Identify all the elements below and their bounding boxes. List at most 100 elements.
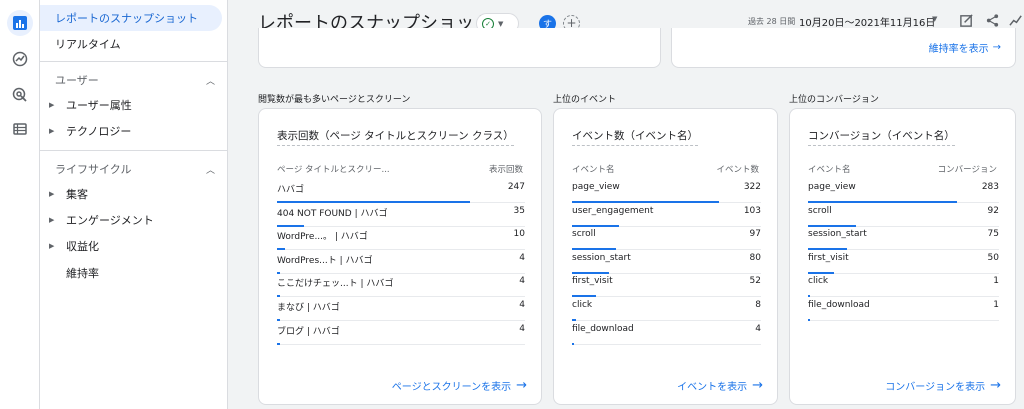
value-bar: [808, 319, 810, 321]
table-row[interactable]: click 1: [808, 273, 999, 298]
row-name: user_engagement: [572, 205, 654, 216]
share-icon[interactable]: [983, 11, 1001, 29]
row-value: 4: [519, 323, 525, 334]
sidebar-item-label: エンゲージメント: [66, 214, 154, 227]
caret-right-icon: ▶: [49, 190, 55, 198]
row-value: 103: [743, 205, 761, 216]
dropdown-arrow-icon: ▼: [498, 19, 504, 28]
table-row[interactable]: user_engagement 103: [572, 203, 761, 227]
conversions-card: コンバージョン（イベント名） イベント名 コンバージョン コンバージョンを表示 …: [789, 108, 1016, 405]
sidebar-item-label: ユーザー属性: [66, 99, 132, 112]
arrow-right-icon: →: [752, 378, 763, 393]
card-title[interactable]: 表示回数（ページ タイトルとスクリーン クラス）: [277, 128, 514, 146]
section-title: ユーザー: [55, 74, 99, 87]
row-name: file_download: [572, 323, 634, 334]
arrow-right-icon: →: [516, 378, 527, 393]
card-title[interactable]: コンバージョン（イベント名）: [808, 128, 955, 146]
table-row[interactable]: まなび | ハバゴ 4: [277, 297, 525, 321]
row-divider: [277, 343, 525, 345]
table-row[interactable]: 404 NOT FOUND | ハバゴ 35: [277, 203, 525, 227]
insights-icon[interactable]: [1007, 11, 1024, 29]
chevron-up-icon: ︿: [205, 165, 215, 176]
configure-icon[interactable]: [7, 116, 33, 142]
view-pages-link[interactable]: ページとスクリーンを表示 →: [392, 378, 527, 393]
explore-icon[interactable]: [7, 46, 33, 72]
section-header-user[interactable]: ユーザー ︿: [55, 72, 215, 88]
sidebar-item-engagement[interactable]: ▶ エンゲージメント: [40, 207, 222, 233]
table-row[interactable]: page_view 322: [572, 179, 761, 203]
column-header: イベント名: [572, 165, 615, 175]
row-value: 50: [987, 252, 999, 263]
table-row[interactable]: session_start 80: [572, 250, 761, 274]
sidebar-item-tech[interactable]: ▶ テクノロジー: [40, 118, 222, 144]
sidebar-item-label: レポートのスナップショット: [55, 12, 198, 25]
section-header-lifecycle[interactable]: ライフサイクル ︿: [55, 161, 215, 177]
table-row[interactable]: ここだけチェッ...ト | ハバゴ 4: [277, 273, 525, 298]
previous-card-right: 維持率を表示 →: [671, 28, 1016, 68]
customize-report-icon[interactable]: [957, 11, 975, 29]
reports-icon[interactable]: [7, 10, 33, 36]
row-value: 75: [987, 229, 999, 240]
date-dropdown-icon[interactable]: ▼: [932, 15, 937, 23]
table-row[interactable]: page_view 283: [808, 179, 999, 203]
table-row[interactable]: WordPres...ト | ハバゴ 4: [277, 250, 525, 274]
row-value: 92: [987, 205, 999, 216]
sidebar-item-acquisition[interactable]: ▶ 集客: [40, 181, 222, 207]
table-row[interactable]: first_visit 50: [808, 250, 999, 274]
sidebar-item-realtime[interactable]: リアルタイム: [40, 31, 222, 57]
row-name: まなび | ハバゴ: [277, 303, 340, 313]
column-header: 表示回数: [488, 165, 523, 175]
table-row[interactable]: session_start 75: [808, 226, 999, 251]
pages-card: 表示回数（ページ タイトルとスクリーン クラス） ページ タイトルとスクリー..…: [258, 108, 542, 405]
table-row[interactable]: scroll 92: [808, 203, 999, 227]
view-retention-link[interactable]: 維持率を表示 →: [929, 40, 1001, 55]
row-value: 52: [749, 276, 761, 287]
sidebar-item-demographics[interactable]: ▶ ユーザー属性: [40, 92, 222, 118]
row-divider: [808, 320, 999, 321]
row-name: session_start: [808, 229, 867, 240]
column-header: コンバージョン: [937, 165, 997, 175]
sidebar-item-label: 収益化: [66, 240, 99, 253]
row-name: scroll: [808, 205, 832, 216]
row-name: click: [808, 276, 829, 287]
row-value: 247: [507, 182, 525, 192]
row-name: file_download: [808, 300, 870, 310]
table-row[interactable]: WordPre...。 | ハバゴ 10: [277, 226, 525, 251]
table-row[interactable]: scroll 97: [572, 226, 761, 251]
row-value: 8: [755, 300, 761, 310]
row-name: ブログ | ハバゴ: [277, 326, 340, 337]
caret-right-icon: ▶: [49, 242, 55, 250]
column-header: イベント数: [716, 165, 759, 175]
section-title-events: 上位のイベント: [553, 95, 617, 105]
advertising-icon[interactable]: [7, 82, 33, 108]
sidebar-item-snapshot[interactable]: レポートのスナップショット: [40, 5, 222, 31]
caret-right-icon: ▶: [49, 127, 55, 135]
caret-right-icon: ▶: [49, 216, 55, 224]
arrow-right-icon: →: [992, 42, 1001, 53]
card-title[interactable]: イベント数（イベント名）: [572, 128, 698, 146]
arrow-right-icon: →: [990, 378, 1001, 393]
report-sidebar: レポートのスナップショット リアルタイム ユーザー ︿ ▶ ユーザー属性 ▶ テ…: [40, 0, 228, 409]
view-conversions-link[interactable]: コンバージョンを表示 →: [885, 378, 1001, 393]
section-title-conversions: 上位のコンバージョン: [789, 95, 879, 105]
row-value: 1: [993, 276, 999, 287]
row-name: page_view: [572, 182, 620, 192]
table-row[interactable]: ハバゴ 247: [277, 179, 525, 203]
sidebar-item-monetization[interactable]: ▶ 収益化: [40, 233, 222, 259]
column-header: イベント名: [808, 165, 851, 175]
table-row[interactable]: ブログ | ハバゴ 4: [277, 321, 525, 345]
table-row[interactable]: file_download 4: [572, 321, 761, 345]
table-row[interactable]: click 8: [572, 297, 761, 321]
table-row[interactable]: file_download 1: [808, 297, 999, 321]
sidebar-divider: [40, 61, 228, 62]
table-row[interactable]: first_visit 52: [572, 273, 761, 298]
row-value: 4: [519, 276, 525, 287]
date-range-picker[interactable]: 10月20日～2021年11月16日: [799, 14, 935, 29]
icon-rail: [0, 0, 40, 409]
caret-right-icon: ▶: [49, 101, 55, 109]
date-range-prefix: 過去 28 日間: [748, 17, 796, 26]
sidebar-item-retention[interactable]: 維持率: [40, 260, 222, 286]
view-events-link[interactable]: イベントを表示 →: [677, 378, 763, 393]
row-value: 1: [993, 300, 999, 310]
row-name: 404 NOT FOUND | ハバゴ: [277, 208, 388, 219]
